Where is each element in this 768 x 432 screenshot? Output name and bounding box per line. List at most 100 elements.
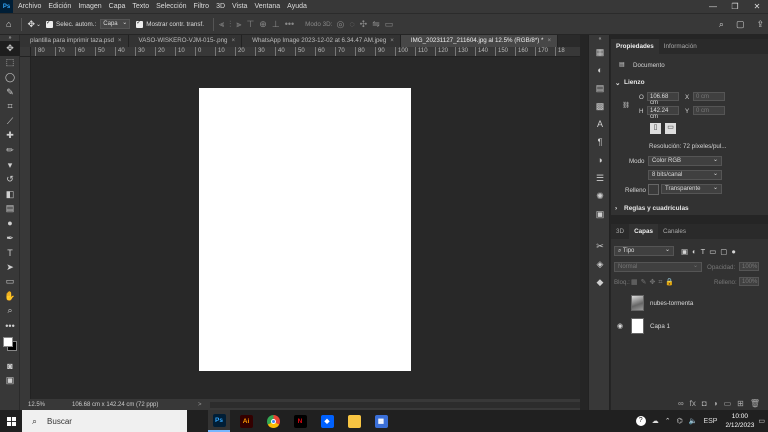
menu-item-3d[interactable]: 3D [216,3,225,10]
chevron-down-icon[interactable]: ⌄ [615,79,620,87]
y-field[interactable]: 0 cm [693,106,725,115]
taskbar-app-file-explorer[interactable] [343,410,365,432]
document-tab[interactable]: IMG_20231127_211604.jpg al 12.5% (RGB/8*… [400,35,559,47]
align-middle-icon[interactable]: ⊕ [259,19,267,30]
help-icon[interactable]: ? [635,416,646,426]
history-brush-icon[interactable]: ↺ [0,172,20,187]
close-icon[interactable]: ✕ [746,2,768,11]
more-options-icon[interactable]: ••• [285,19,294,29]
tab-information[interactable]: Información [659,39,702,54]
share-icon[interactable]: ⇪ [756,19,764,30]
stamp-tool-icon[interactable]: ▾ [0,158,20,173]
swatches-icon[interactable]: ▤ [589,79,611,97]
pen-tool-icon[interactable]: ✒ [0,231,20,246]
document-tab[interactable]: VASO-WISKERO-VJM-015-.png × [128,35,243,47]
paths-icon[interactable]: ✂ [589,237,611,255]
marquee-tool-icon[interactable]: ⬚ [0,56,20,71]
workspace-icon[interactable]: ▢ [736,19,745,30]
menu-item-ayuda[interactable]: Ayuda [287,3,307,10]
tab-3d[interactable]: 3D [611,224,629,239]
fill-dropdown[interactable]: Transparente [661,184,722,194]
dodge-tool-icon[interactable]: ● [0,216,20,231]
portrait-icon[interactable]: ▯ [650,123,661,134]
document-tab[interactable]: WhatsApp Image 2023-12-02 at 6.34.47 AM.… [242,35,401,47]
trash-icon[interactable]: 🗑 [750,399,760,408]
taskbar-search[interactable]: ⌕ Buscar [22,410,187,432]
foreground-color[interactable] [3,336,13,347]
language-indicator[interactable]: ESP [703,418,717,425]
menu-item-capa[interactable]: Capa [109,3,126,10]
auto-select-dropdown[interactable]: Capa [100,19,131,29]
home-icon[interactable]: ⌂ [6,19,11,29]
document-tab[interactable]: plantilla para imprimir taza.psd × [20,35,129,47]
x-field[interactable]: 0 cm [693,92,725,101]
fx-icon[interactable]: fx [690,399,696,408]
horizontal-scrollbar[interactable] [210,402,580,408]
move-tool-icon[interactable]: ✥ [0,41,20,56]
zoom-tool-icon[interactable]: ⌕ [0,304,20,319]
align-bottom-icon[interactable]: ⊥ [272,19,280,30]
patterns-icon[interactable]: ▩ [589,97,611,115]
search-icon[interactable]: ⌕ [719,19,724,30]
align-top-icon[interactable]: ⊤ [246,19,254,30]
rules-section-title[interactable]: Reglas y cuadrículas [624,205,689,212]
scale-3d-icon[interactable]: ▭ [385,19,394,30]
channels-icon[interactable]: ◈ [589,255,611,273]
mask-icon[interactable]: ◘ [702,399,707,408]
chevron-right-icon[interactable]: › [615,205,617,212]
align-center-icon[interactable]: ⫶ [229,19,231,30]
canvas-section-title[interactable]: Lienzo [624,79,645,86]
status-arrow[interactable]: > [198,402,202,408]
gradient-tool-icon[interactable]: ▤ [0,202,20,217]
taskbar-app-photoshop[interactable]: Ps [208,410,230,432]
layer-name[interactable]: nubes-tormenta [650,300,693,307]
document-canvas[interactable] [199,88,411,371]
align-left-icon[interactable]: ⫷ [219,19,224,30]
orbit-3d-icon[interactable]: ◎ [336,19,344,30]
align-right-icon[interactable]: ⫸ [236,19,241,30]
group-icon[interactable]: ▭ [724,399,732,408]
link-icon[interactable]: ⛓ [622,101,630,109]
layer-name[interactable]: Capa 1 [650,323,670,330]
screen-mode-icon[interactable]: ▣ [0,373,20,388]
character-icon[interactable]: ¶ [589,133,611,151]
hand-tool-icon[interactable]: ✋ [0,289,20,304]
layers-icon[interactable]: ◆ [589,273,611,291]
brushes-icon[interactable]: ✺ [589,187,611,205]
fill-opacity-field[interactable]: 100% [739,277,759,286]
cloud-icon[interactable]: ☁ [652,417,659,425]
tab-properties[interactable]: Propiedades [611,39,659,54]
chevron-down-icon[interactable]: ⌄ [36,21,41,28]
eye-icon[interactable]: ◉ [613,322,627,330]
fill-swatch[interactable] [648,184,659,195]
crop-tool-icon[interactable]: ⌗ [0,99,20,114]
type-tool-icon[interactable]: T [0,245,20,260]
color-swatches[interactable] [0,333,19,359]
healing-brush-icon[interactable]: ✚ [0,129,20,144]
blend-mode-dropdown[interactable]: Normal [614,262,702,272]
menu-item-imagen[interactable]: Imagen [78,3,101,10]
quick-select-tool-icon[interactable]: ✎ [0,85,20,100]
notifications-icon[interactable]: ▭ [758,417,765,425]
more-tools-icon[interactable]: ••• [0,318,20,333]
windows-start-icon[interactable] [0,410,22,432]
minimize-icon[interactable]: — [702,2,724,11]
eraser-tool-icon[interactable]: ◧ [0,187,20,202]
collapse-icon[interactable]: « [589,35,611,43]
rectangle-tool-icon[interactable]: ▭ [0,275,20,290]
opacity-field[interactable]: 100% [739,262,759,271]
new-layer-icon[interactable]: ⊞ [737,399,744,408]
auto-select-checkbox[interactable] [46,19,54,28]
layer-filter-dropdown[interactable]: ⌕ Tipo [614,246,674,256]
clock[interactable]: 10:00 2/12/2023 [725,412,754,430]
show-transform-checkbox[interactable] [136,19,144,28]
layer-row[interactable]: nubes-tormenta [611,292,768,314]
lasso-tool-icon[interactable]: ◯ [0,70,20,85]
menu-item-vista[interactable]: Vista [232,3,247,10]
menu-item-edición[interactable]: Edición [48,3,71,10]
adjustments-icon[interactable]: ◑ [589,151,611,169]
tab-layers[interactable]: Capas [629,224,658,239]
mode-dropdown[interactable]: Color RGB [648,156,722,166]
close-tab-icon[interactable]: × [232,37,236,44]
width-field[interactable]: 106.68 cm [647,92,679,106]
